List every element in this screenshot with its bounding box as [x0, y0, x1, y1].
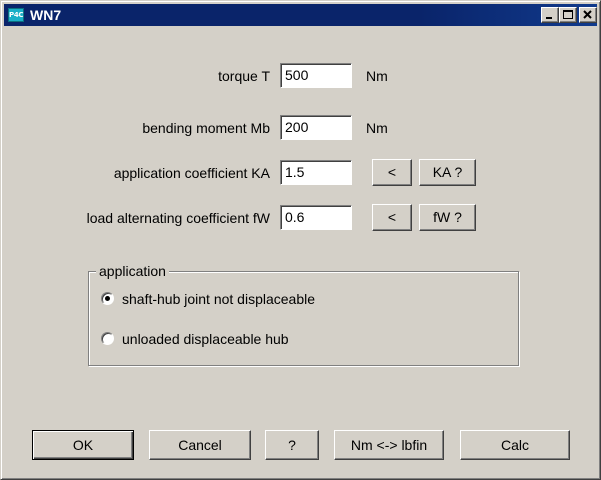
application-coefficient-label: application coefficient KA	[113, 165, 270, 181]
application-group-legend: application	[96, 263, 169, 279]
radio-button-selected[interactable]	[101, 292, 114, 305]
calc-button[interactable]: Calc	[460, 430, 570, 460]
maximize-icon	[563, 10, 573, 19]
minimize-button[interactable]	[541, 7, 559, 23]
load-alternating-coefficient-label: load alternating coefficient fW	[86, 210, 270, 226]
bending-moment-unit: Nm	[366, 120, 388, 136]
close-icon	[583, 10, 592, 19]
ka-picker-button[interactable]: <	[372, 159, 412, 186]
torque-input[interactable]: 500	[280, 63, 352, 88]
radio-button[interactable]	[101, 332, 114, 345]
application-groupbox	[88, 271, 519, 366]
cancel-button[interactable]: Cancel	[149, 430, 251, 460]
torque-unit: Nm	[366, 68, 388, 84]
torque-label: torque T	[218, 68, 270, 84]
title-bar[interactable]: P4C WN7	[4, 4, 597, 26]
dialog-window: P4C WN7 torque T 500 Nm bending moment M…	[0, 0, 601, 480]
unit-convert-button[interactable]: Nm <-> lbfin	[334, 430, 444, 460]
window-title: WN7	[30, 7, 62, 23]
radio-label-displaceable-hub: unloaded displaceable hub	[122, 331, 289, 347]
bending-moment-label: bending moment Mb	[142, 120, 270, 136]
ok-button[interactable]: OK	[32, 430, 134, 460]
help-button[interactable]: ?	[265, 430, 319, 460]
close-button[interactable]	[579, 7, 597, 23]
radio-dot	[105, 296, 110, 301]
load-alternating-coefficient-input[interactable]: 0.6	[280, 205, 352, 230]
maximize-button[interactable]	[559, 7, 577, 23]
radio-label-not-displaceable: shaft-hub joint not displaceable	[122, 291, 316, 307]
fw-picker-button[interactable]: <	[372, 204, 412, 231]
ka-help-button[interactable]: KA ?	[419, 159, 476, 186]
fw-help-button[interactable]: fW ?	[419, 204, 476, 231]
app-icon: P4C	[8, 8, 24, 22]
minimize-icon	[546, 17, 552, 19]
bending-moment-input[interactable]: 200	[280, 115, 352, 140]
application-coefficient-input[interactable]: 1.5	[280, 160, 352, 185]
